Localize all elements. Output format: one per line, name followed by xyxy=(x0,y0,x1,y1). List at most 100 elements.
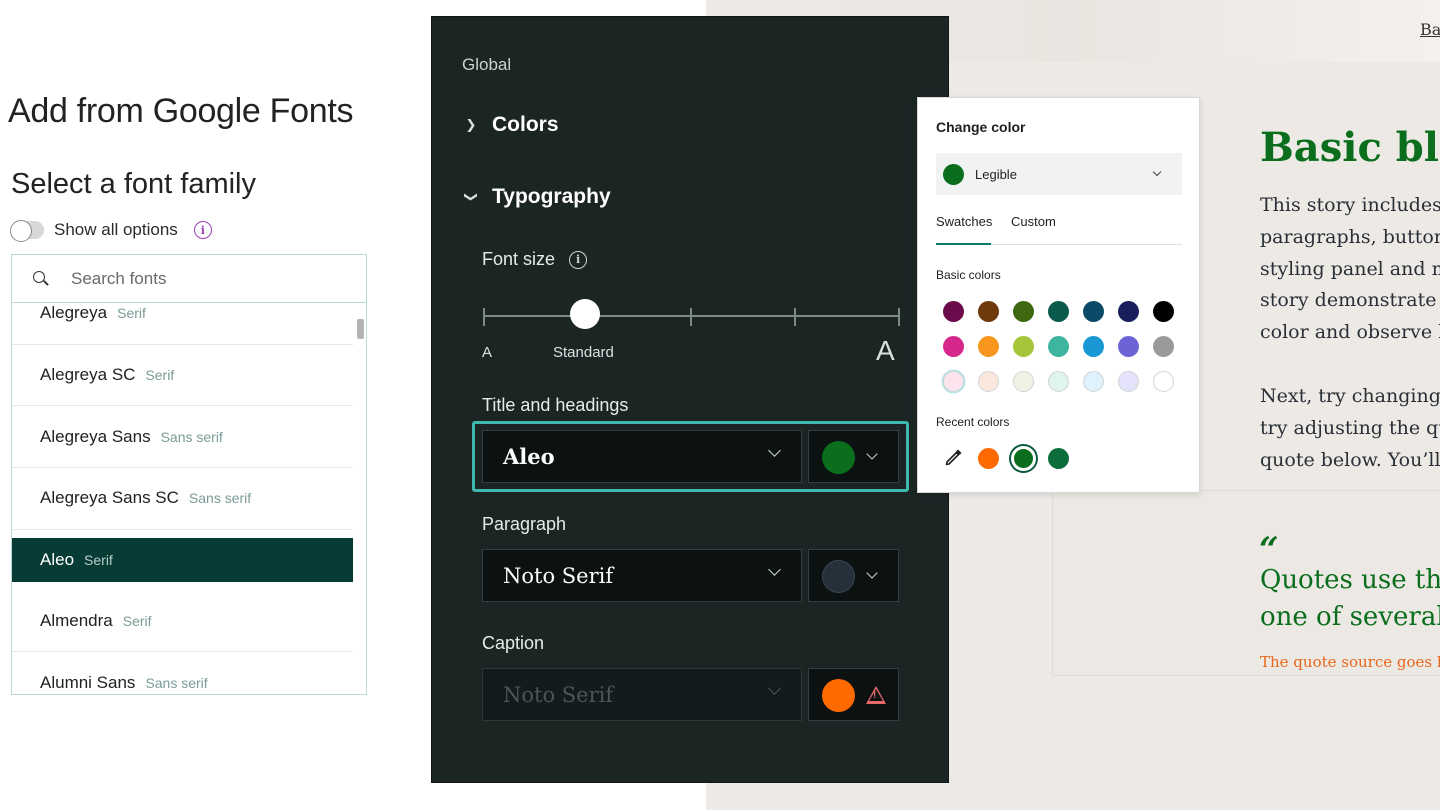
story-line: styling panel and m xyxy=(1260,257,1440,280)
paragraph-label: Paragraph xyxy=(482,514,567,534)
eyedropper-icon[interactable] xyxy=(943,446,965,468)
font-list-scrollbar[interactable] xyxy=(357,319,364,339)
quote-text: Quotes use the one of several xyxy=(1260,562,1440,636)
color-swatch[interactable] xyxy=(943,301,964,322)
recent-color-swatch-selected[interactable] xyxy=(1011,446,1036,471)
title-font-dropdown[interactable]: Aleo xyxy=(482,430,802,483)
story-line: This story includes s xyxy=(1260,194,1440,216)
color-preset-dropdown[interactable]: Legible xyxy=(936,153,1182,195)
slider-max-label: A xyxy=(876,335,895,366)
color-swatch[interactable] xyxy=(1153,371,1174,392)
font-size-label-row: Font size i xyxy=(482,249,588,270)
change-color-title: Change color xyxy=(936,119,1026,135)
title-headings-label: Title and headings xyxy=(482,395,629,415)
show-all-options-toggle[interactable] xyxy=(10,220,44,242)
colors-section-label: Colors xyxy=(492,113,559,136)
search-input[interactable] xyxy=(71,268,321,289)
color-tabs: Swatches Custom xyxy=(936,208,1182,245)
color-swatch[interactable] xyxy=(1013,336,1034,357)
info-icon[interactable]: i xyxy=(193,221,212,239)
color-swatch[interactable] xyxy=(1048,371,1069,392)
color-swatch[interactable] xyxy=(978,336,999,357)
story-heading: Basic bloc xyxy=(1260,124,1440,171)
chevron-down-icon xyxy=(768,682,781,695)
font-item-alegreya-sc[interactable]: Alegreya SC Serif xyxy=(12,345,353,407)
caption-color-swatch xyxy=(822,679,855,712)
basic-colors-label: Basic colors xyxy=(936,268,1001,282)
recent-color-swatch[interactable] xyxy=(978,448,999,469)
color-swatch[interactable] xyxy=(978,371,999,392)
color-swatch[interactable] xyxy=(1153,301,1174,322)
story-paragraph-1: This story includes s paragraphs, button… xyxy=(1260,190,1440,349)
color-swatch[interactable] xyxy=(1118,301,1139,322)
chevron-down-icon xyxy=(866,567,878,579)
tab-swatches[interactable]: Swatches xyxy=(936,214,992,245)
chevron-down-icon xyxy=(866,448,878,460)
typography-section-label: Typography xyxy=(492,185,611,208)
paragraph-color-dropdown[interactable] xyxy=(808,549,899,602)
font-category: Serif xyxy=(84,551,113,568)
font-item-alegreya-sans[interactable]: Alegreya Sans Sans serif xyxy=(12,406,353,469)
font-name: Alegreya xyxy=(40,303,108,323)
panel-section-label: Global xyxy=(462,55,512,74)
recent-color-swatch[interactable] xyxy=(1048,448,1069,469)
font-size-slider-thumb[interactable] xyxy=(570,299,600,329)
color-swatch[interactable] xyxy=(1083,301,1104,322)
color-swatch[interactable] xyxy=(978,301,999,322)
tab-custom[interactable]: Custom xyxy=(1011,214,1056,245)
google-fonts-picker: Add from Google Fonts Select a font fami… xyxy=(0,0,420,810)
color-swatch[interactable] xyxy=(943,336,964,357)
chevron-down-icon xyxy=(1152,167,1162,177)
color-swatch[interactable] xyxy=(943,371,964,392)
color-swatch[interactable] xyxy=(1048,336,1069,357)
typography-section-toggle[interactable]: ❯ Typography xyxy=(464,185,611,209)
font-name: Almendra xyxy=(40,611,113,631)
title-color-swatch xyxy=(822,441,855,474)
slider-tick xyxy=(898,308,900,326)
caption-font-value: Noto Serif xyxy=(503,682,614,707)
story-line: color and observe h xyxy=(1260,321,1440,344)
story-line: try adjusting the qu xyxy=(1260,416,1440,439)
info-icon[interactable]: i xyxy=(569,250,588,269)
font-name: Alegreya Sans SC xyxy=(40,488,179,508)
color-swatch[interactable] xyxy=(1083,371,1104,392)
google-fonts-title: Add from Google Fonts xyxy=(8,92,354,130)
caption-font-dropdown[interactable]: Noto Serif xyxy=(482,668,802,721)
chevron-down-icon: ❯ xyxy=(464,191,479,203)
font-item-almendra[interactable]: Almendra Serif xyxy=(12,591,353,653)
title-font-value: Aleo xyxy=(503,444,555,469)
font-name: Alumni Sans xyxy=(40,672,136,692)
slider-current-label: Standard xyxy=(553,344,614,361)
font-item-alumni-sans[interactable]: Alumni Sans Sans serif xyxy=(12,652,353,694)
font-search-bar xyxy=(12,255,366,303)
color-swatch[interactable] xyxy=(1013,371,1034,392)
slider-tick xyxy=(483,308,485,326)
show-all-options-label: Show all options xyxy=(54,220,178,239)
warning-icon-mark: ! xyxy=(873,690,877,701)
slider-min-label: A xyxy=(482,344,493,361)
theme-settings-panel: Global ❯ Colors ❯ Typography Font size i… xyxy=(431,16,949,783)
color-swatch[interactable] xyxy=(1048,301,1069,322)
font-item-alegreya-sans-sc[interactable]: Alegreya Sans SC Sans serif xyxy=(12,468,353,530)
font-category: Sans serif xyxy=(160,428,223,445)
story-line: story demonstrate h xyxy=(1260,289,1440,312)
chevron-right-icon: ❯ xyxy=(465,117,477,132)
story-line: Next, try changing t xyxy=(1260,385,1440,407)
change-color-popup: Change color Legible Swatches Custom Bas… xyxy=(917,97,1200,493)
color-swatch[interactable] xyxy=(1118,336,1139,357)
font-item-aleo[interactable]: Aleo Serif xyxy=(12,537,353,582)
colors-section-toggle[interactable]: ❯ Colors xyxy=(464,113,559,137)
paragraph-font-dropdown[interactable]: Noto Serif xyxy=(482,549,802,602)
color-swatch[interactable] xyxy=(1153,336,1174,357)
color-swatch[interactable] xyxy=(1118,371,1139,392)
paragraph-color-swatch xyxy=(822,560,855,593)
caption-color-dropdown[interactable]: ! xyxy=(808,668,899,721)
slider-tick xyxy=(690,308,692,326)
title-color-dropdown[interactable] xyxy=(808,430,899,483)
color-swatch[interactable] xyxy=(1013,301,1034,322)
story-nav-link[interactable]: Ba xyxy=(1420,20,1440,39)
quote-line: Quotes use the xyxy=(1260,565,1440,595)
story-line: paragraphs, buttons xyxy=(1260,225,1440,248)
color-swatch[interactable] xyxy=(1083,336,1104,357)
caption-label: Caption xyxy=(482,633,545,653)
